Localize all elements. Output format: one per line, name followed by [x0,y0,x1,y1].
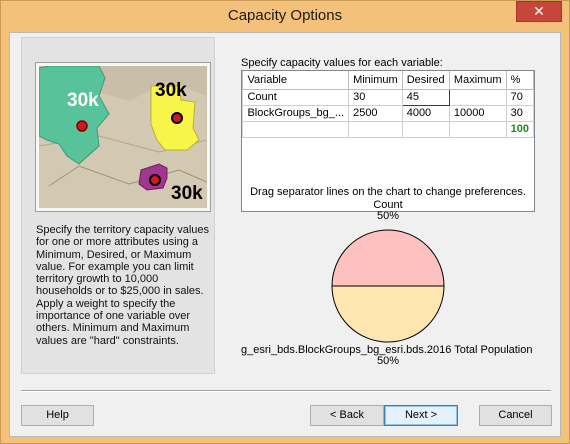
table-total-row: 100 [242,120,535,138]
cell-desired[interactable]: 4000 [401,104,450,122]
help-button[interactable]: Help [21,405,94,426]
column-header-variable[interactable]: Variable [242,71,350,90]
map-label: 30k [67,90,99,111]
separator-line [21,390,551,392]
pie-top-label: Count 50% [241,200,535,222]
cell-percent[interactable]: 70 [505,88,535,106]
column-header-desired[interactable]: Desired [401,71,450,90]
percent-total: 100 [505,120,535,138]
cell-minimum[interactable]: 30 [348,88,403,106]
dialog-client: 30k 30k 30k Specify the territory capaci… [9,32,561,437]
column-header-minimum[interactable]: Minimum [348,71,403,90]
grid-label: Specify capacity values for each variabl… [241,57,443,69]
pie-slice[interactable] [331,229,445,287]
cell-empty [348,120,403,138]
title-bar: Capacity Options ✕ [1,1,569,32]
map-label: 30k [171,183,203,204]
table-header-row: Variable Minimum Desired Maximum % [242,71,535,90]
next-button[interactable]: Next > [384,405,458,426]
preference-pie-chart[interactable] [328,226,448,346]
center-marker [149,174,161,186]
description-text: Specify the territory capacity values fo… [36,224,210,347]
pie-bottom-label: g_esri_bds.BlockGroups_bg_esri.bds.2016 … [241,345,535,367]
territory-map-image: 30k 30k 30k [36,63,210,211]
center-marker [171,112,183,124]
window-title: Capacity Options [227,7,343,24]
back-button[interactable]: < Back [310,405,384,426]
table-row[interactable]: BlockGroups_bg_... 2500 4000 10000 30 [242,104,535,122]
cell-empty [401,120,450,138]
cell-percent[interactable]: 30 [505,104,535,122]
map-label: 30k [155,80,187,101]
cell-variable[interactable]: Count [242,88,350,106]
cell-empty [448,120,507,138]
column-header-percent[interactable]: % [505,71,535,90]
cell-desired-editing[interactable]: 45 [401,88,450,106]
slice-value-label: 50% [376,210,400,222]
chart-hint: Drag separator lines on the chart to cha… [250,186,526,198]
cell-variable[interactable]: BlockGroups_bg_... [242,104,350,122]
capacity-options-dialog: Capacity Options ✕ 30k 30k 30k Specify t… [0,0,570,444]
close-button[interactable]: ✕ [516,1,562,22]
cell-maximum[interactable] [448,88,507,106]
slice-value-label: 50% [376,355,400,367]
column-header-maximum[interactable]: Maximum [448,71,507,90]
cell-minimum[interactable]: 2500 [348,104,403,122]
capacity-table: Variable Minimum Desired Maximum % Count… [242,71,535,138]
center-marker [76,120,88,132]
pie-slice[interactable] [331,285,445,343]
map-illustration: 30k 30k 30k [39,66,207,208]
table-row[interactable]: Count 30 45 70 [242,88,535,106]
cancel-button[interactable]: Cancel [479,405,552,426]
info-panel: 30k 30k 30k Specify the territory capaci… [21,37,215,374]
cell-empty [242,120,350,138]
cell-maximum[interactable]: 10000 [448,104,507,122]
